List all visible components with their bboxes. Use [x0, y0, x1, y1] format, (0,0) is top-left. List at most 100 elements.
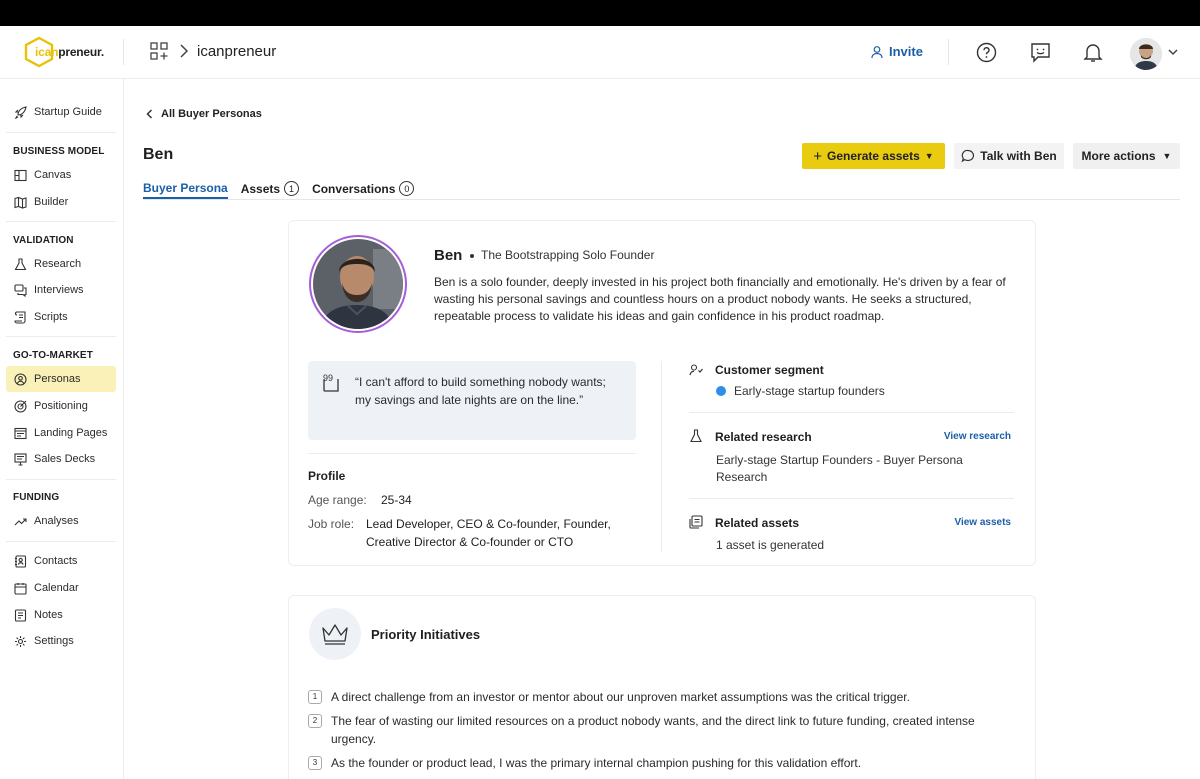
sidebar-item-calendar[interactable]: Calendar — [6, 575, 116, 601]
quote-icon: 99 — [323, 374, 339, 392]
sidebar-item-personas[interactable]: Personas — [6, 366, 116, 392]
caret-down-icon: ▼ — [1162, 151, 1172, 161]
generate-assets-button[interactable]: + Generate assets ▼ — [802, 143, 945, 169]
priority-initiatives-title: Priority Initiatives — [371, 627, 481, 642]
chat-bubbles-icon — [14, 283, 27, 297]
sidebar-divider — [6, 336, 116, 337]
sidebar-item-contacts[interactable]: Contacts — [6, 548, 116, 574]
app-header: icanpreneur. icanpreneur Invite — [0, 26, 1200, 79]
gear-icon — [15, 635, 26, 647]
separator-dot — [470, 254, 474, 258]
list-number: 3 — [308, 756, 322, 770]
customer-segment-title: Customer segment — [715, 363, 824, 377]
job-role-label: Job role: — [308, 517, 355, 531]
view-research-link[interactable]: View research — [944, 431, 1011, 442]
sidebar-item-settings[interactable]: Settings — [6, 628, 116, 654]
sidebar-item-builder[interactable]: Builder — [6, 189, 116, 215]
presentation-icon — [14, 452, 27, 466]
customer-segment-value: Early-stage startup founders — [716, 384, 885, 398]
header-divider — [123, 39, 124, 65]
conversations-count-badge: 0 — [399, 181, 415, 196]
sidebar-item-research[interactable]: Research — [6, 251, 116, 277]
list-item: 3 As the founder or product lead, I was … — [308, 754, 1008, 772]
list-number: 1 — [308, 690, 322, 704]
help-icon[interactable] — [976, 42, 997, 63]
persona-description: Ben is a solo founder, deeply invested i… — [434, 275, 1006, 323]
sidebar-section-business-model: BUSINESS MODEL — [13, 146, 105, 157]
invite-label: Invite — [889, 44, 923, 59]
logo-hexagon-icon — [24, 36, 54, 68]
chat-icon — [961, 149, 975, 163]
plus-icon: + — [813, 147, 823, 165]
assets-icon — [689, 515, 703, 529]
app-logo[interactable]: icanpreneur. — [24, 36, 104, 68]
talk-with-persona-button[interactable]: Talk with Ben — [954, 143, 1064, 169]
tab-assets[interactable]: Assets 1 — [241, 178, 300, 199]
sidebar-divider — [6, 541, 116, 542]
back-to-personas-link[interactable]: All Buyer Personas — [146, 108, 262, 120]
apps-grid-icon[interactable] — [150, 42, 168, 60]
assets-count-badge: 1 — [284, 181, 300, 196]
canvas-icon — [14, 169, 27, 181]
rocket-icon — [14, 105, 27, 119]
sidebar-section-go-to-market: GO-TO-MARKET — [13, 350, 93, 361]
chevron-down-icon[interactable] — [1168, 48, 1178, 56]
age-range-label: Age range: — [308, 493, 367, 507]
svg-text:99: 99 — [323, 374, 333, 383]
user-avatar[interactable] — [1130, 38, 1162, 70]
breadcrumb-workspace[interactable]: icanpreneur — [197, 43, 276, 60]
sidebar-section-funding: FUNDING — [13, 492, 60, 503]
persona-photo — [309, 235, 407, 333]
sidebar-item-startup-guide[interactable]: Startup Guide — [6, 99, 116, 125]
header-divider — [948, 39, 949, 65]
crown-icon — [322, 624, 348, 645]
contacts-icon — [15, 554, 27, 568]
sidebar: Startup Guide BUSINESS MODEL Canvas Buil… — [0, 79, 124, 779]
tabs-divider — [143, 199, 1180, 200]
persona-icon — [14, 372, 27, 386]
feedback-icon[interactable] — [1030, 42, 1051, 63]
sidebar-divider — [6, 132, 116, 133]
sidebar-item-canvas[interactable]: Canvas — [6, 162, 116, 188]
sidebar-item-positioning[interactable]: Positioning — [6, 393, 116, 419]
bell-icon[interactable] — [1083, 42, 1103, 63]
persona-portrait-image — [313, 239, 403, 329]
persona-card: Ben The Bootstrapping Solo Founder Ben i… — [288, 220, 1036, 566]
persona-tabs: Buyer Persona Assets 1 Conversations 0 — [143, 178, 415, 200]
top-black-bar — [0, 0, 1200, 26]
column-divider — [661, 361, 662, 552]
sidebar-item-sales-decks[interactable]: Sales Decks — [6, 446, 116, 472]
tab-buyer-persona[interactable]: Buyer Persona — [143, 178, 228, 199]
crown-icon-badge — [309, 608, 361, 660]
sidebar-item-scripts[interactable]: Scripts — [6, 304, 116, 330]
quote-text: “I can't afford to build something nobod… — [355, 375, 606, 407]
job-role-value: Lead Developer, CEO & Co-founder, Founde… — [366, 517, 611, 549]
related-research-value[interactable]: Early-stage Startup Founders - Buyer Per… — [716, 452, 1006, 486]
sidebar-item-notes[interactable]: Notes — [6, 602, 116, 628]
related-assets-title: Related assets — [715, 516, 800, 530]
scroll-icon — [14, 310, 26, 324]
sidebar-item-interviews[interactable]: Interviews — [6, 277, 116, 303]
related-research-title: Related research — [715, 430, 812, 444]
target-icon — [14, 399, 27, 413]
divider — [308, 453, 636, 454]
invite-button[interactable]: Invite — [871, 44, 923, 59]
list-item: 2 The fear of wasting our limited resour… — [308, 712, 998, 748]
user-plus-icon — [871, 45, 883, 58]
sidebar-divider — [6, 221, 116, 222]
sidebar-item-landing-pages[interactable]: Landing Pages — [6, 420, 116, 446]
tab-conversations[interactable]: Conversations 0 — [312, 178, 415, 199]
related-assets-value: 1 asset is generated — [716, 538, 825, 552]
divider — [689, 412, 1014, 413]
sidebar-item-analyses[interactable]: Analyses — [6, 508, 116, 534]
divider — [689, 498, 1014, 499]
segment-color-dot — [716, 386, 726, 396]
priority-initiatives-card: Priority Initiatives 1 A direct challeng… — [288, 595, 1036, 779]
persona-quote: 99 “I can't afford to build something no… — [308, 361, 636, 440]
more-actions-button[interactable]: More actions ▼ — [1073, 143, 1180, 169]
calendar-icon — [14, 582, 27, 595]
customer-segment-icon — [689, 364, 703, 376]
view-assets-link[interactable]: View assets — [954, 517, 1011, 528]
list-item: 1 A direct challenge from an investor or… — [308, 688, 1008, 706]
chevron-left-icon — [146, 109, 153, 119]
